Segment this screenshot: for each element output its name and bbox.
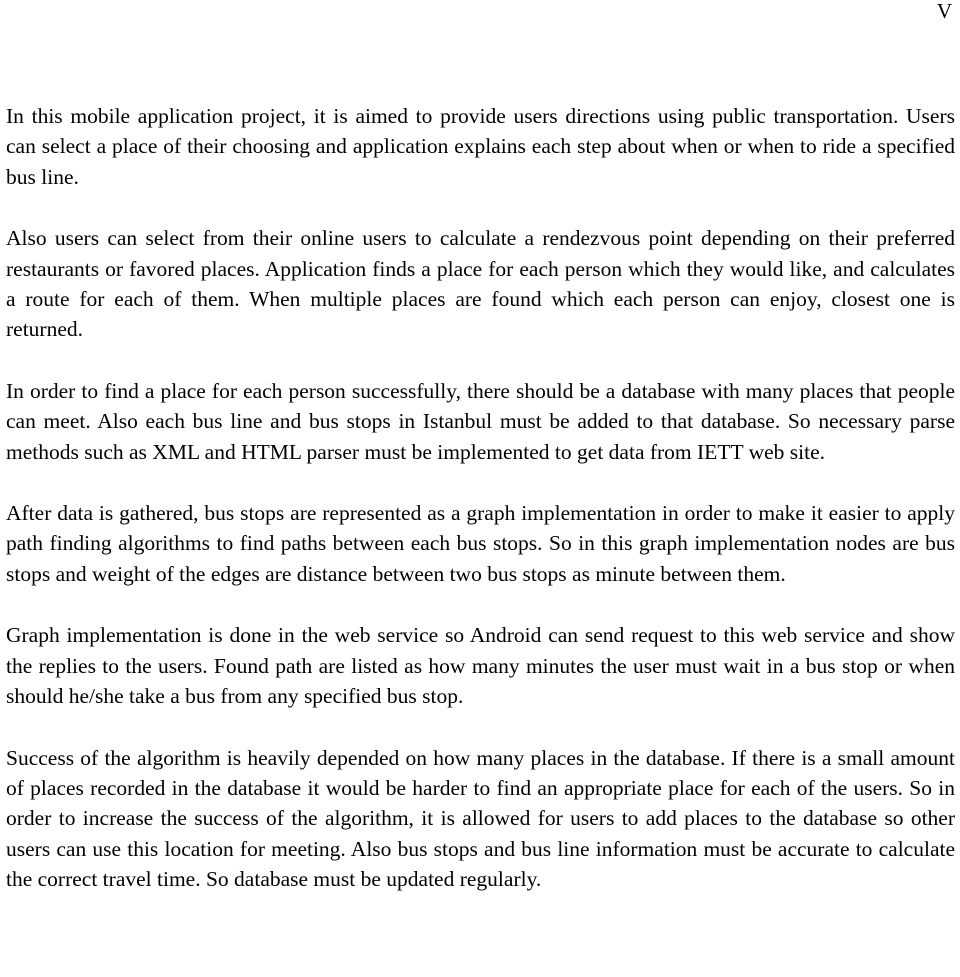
- paragraph-1: In this mobile application project, it i…: [6, 104, 955, 189]
- paragraph-6: Success of the algorithm is heavily depe…: [6, 745, 955, 892]
- paragraph-2: Also users can select from their online …: [6, 226, 955, 342]
- document-body: In this mobile application project, it i…: [6, 101, 955, 895]
- paragraph-5: Graph implementation is done in the web …: [6, 623, 955, 709]
- document-page: V In this mobile application project, it…: [0, 0, 960, 977]
- paragraph-3: In order to find a place for each person…: [6, 378, 955, 464]
- page-number-header: V: [936, 0, 952, 23]
- paragraph-4: After data is gathered, bus stops are re…: [6, 501, 955, 586]
